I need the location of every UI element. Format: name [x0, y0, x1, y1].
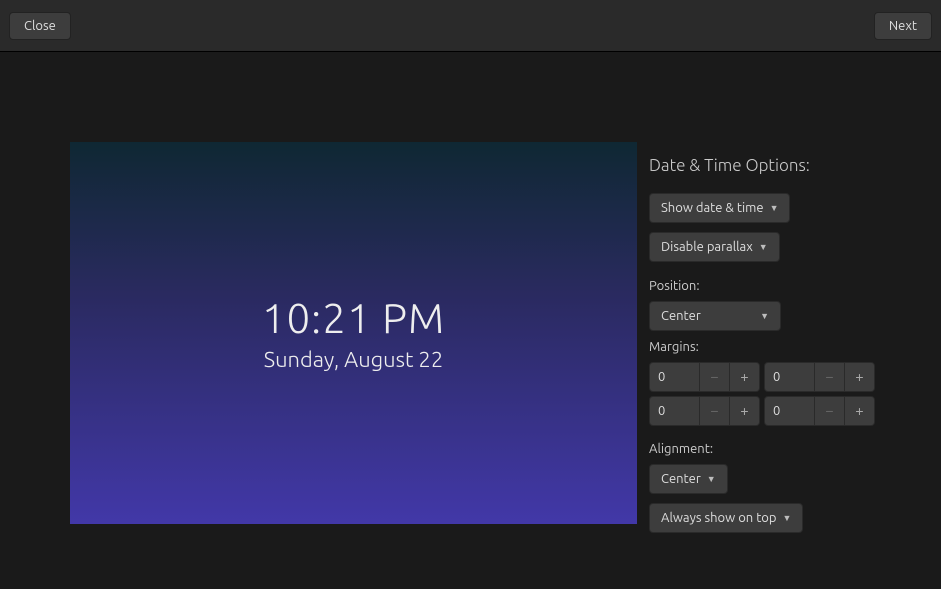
zorder-dropdown[interactable]: Always show on top ▼ [649, 503, 803, 533]
options-panel: Date & Time Options: Show date & time ▼ … [649, 142, 875, 542]
position-select[interactable]: Center ▼ [649, 301, 781, 331]
show-datetime-label: Show date & time [661, 201, 764, 215]
time-display: 10:21 PM [262, 294, 445, 341]
main-content: 10:21 PM Sunday, August 22 Date & Time O… [0, 52, 941, 542]
alignment-dropdown[interactable]: Center ▼ [649, 464, 728, 494]
margin-left-minus-button[interactable]: − [814, 397, 844, 425]
margin-bottom-value[interactable]: 0 [650, 397, 699, 425]
show-datetime-dropdown[interactable]: Show date & time ▼ [649, 193, 790, 223]
options-title: Date & Time Options: [649, 156, 875, 175]
parallax-label: Disable parallax [661, 240, 753, 254]
margin-left-value[interactable]: 0 [765, 397, 814, 425]
alignment-value: Center [661, 472, 701, 486]
margin-right-minus-button[interactable]: − [814, 363, 844, 391]
margin-left-stepper: 0 − + [764, 396, 875, 426]
chevron-down-icon: ▼ [770, 203, 779, 213]
margin-top-minus-button[interactable]: − [699, 363, 729, 391]
alignment-label: Alignment: [649, 442, 875, 456]
margin-right-plus-button[interactable]: + [844, 363, 874, 391]
close-button[interactable]: Close [9, 12, 71, 40]
margin-bottom-stepper: 0 − + [649, 396, 760, 426]
header-bar: Close Next [0, 0, 941, 52]
next-button[interactable]: Next [874, 12, 932, 40]
margin-right-stepper: 0 − + [764, 362, 875, 392]
chevron-down-icon: ▼ [707, 474, 716, 484]
margins-row-2: 0 − + 0 − + [649, 396, 875, 426]
chevron-down-icon: ▼ [783, 513, 792, 523]
position-label: Position: [649, 279, 875, 293]
margin-bottom-minus-button[interactable]: − [699, 397, 729, 425]
margin-top-plus-button[interactable]: + [729, 363, 759, 391]
parallax-dropdown[interactable]: Disable parallax ▼ [649, 232, 780, 262]
position-value: Center [661, 309, 701, 323]
margins-row-1: 0 − + 0 − + [649, 362, 875, 392]
preview-panel: 10:21 PM Sunday, August 22 [70, 142, 637, 524]
chevron-down-icon: ▼ [759, 242, 768, 252]
margin-top-stepper: 0 − + [649, 362, 760, 392]
date-display: Sunday, August 22 [264, 347, 443, 372]
margin-bottom-plus-button[interactable]: + [729, 397, 759, 425]
margin-left-plus-button[interactable]: + [844, 397, 874, 425]
chevron-down-icon: ▼ [760, 311, 769, 321]
margin-top-value[interactable]: 0 [650, 363, 699, 391]
margin-right-value[interactable]: 0 [765, 363, 814, 391]
zorder-label: Always show on top [661, 511, 777, 525]
margins-label: Margins: [649, 340, 875, 354]
